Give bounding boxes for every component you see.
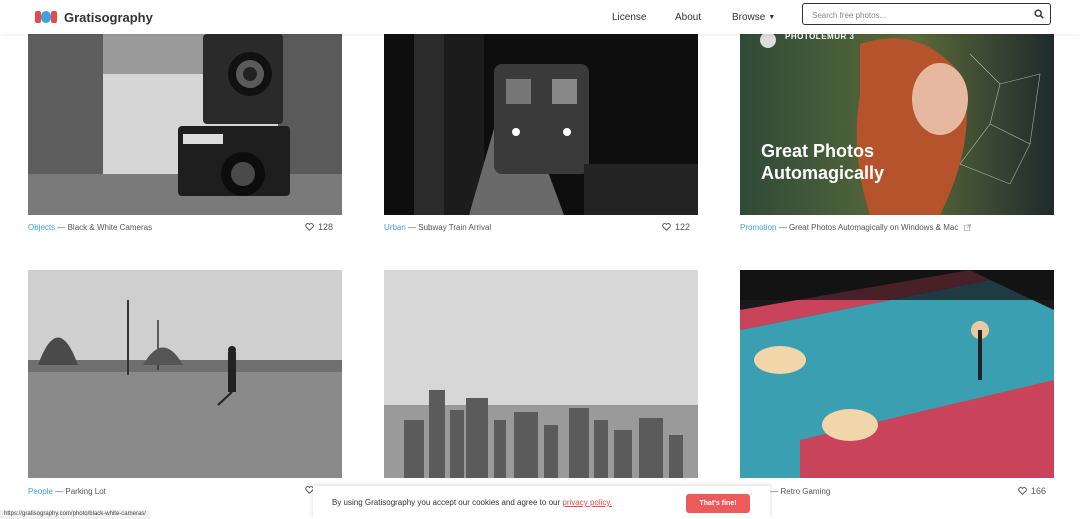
photo-title[interactable]: Subway Train Arrival [418, 223, 491, 232]
like-count: 128 [318, 222, 334, 232]
photo-title[interactable]: Great Photos Automagically on Windows & … [789, 223, 958, 232]
search-input[interactable] [810, 7, 1024, 23]
heart-icon [305, 223, 314, 231]
brand-logo[interactable]: Gratisography [35, 5, 153, 29]
cookie-banner: By using Gratisography you accept our co… [313, 486, 770, 519]
photo-card-cameras[interactable]: Objects — Black & White Cameras 128 [28, 34, 342, 234]
caption-separator: — [770, 487, 779, 496]
photo-parking-lot[interactable] [28, 270, 342, 478]
photo-caption: Objects — Black & White Cameras [28, 223, 152, 232]
photo-caption: Promotion — Great Photos Automagically o… [740, 223, 971, 232]
status-bar-url: https://gratisography.com/photo/black-wh… [0, 510, 150, 519]
photo-card-city-skyline[interactable] [384, 270, 698, 480]
photo-city-skyline[interactable] [384, 270, 698, 478]
photo-caption: s — Retro Gaming [764, 487, 830, 496]
accept-cookies-button[interactable]: That's fine! [686, 494, 750, 513]
photo-card-subway[interactable]: Urban — Subway Train Arrival 122 [384, 34, 698, 234]
photo-title[interactable]: Retro Gaming [780, 487, 830, 496]
cookie-message: By using Gratisography you accept our co… [332, 498, 612, 507]
logo-icon [35, 11, 57, 23]
caption-separator: — [778, 223, 787, 232]
promo-headline: Great Photos Automagically [761, 140, 884, 184]
external-link-icon [963, 224, 971, 231]
like-count: 122 [675, 222, 691, 232]
promo-headline-line-1: Great Photos [761, 141, 875, 161]
caret-down-icon: ▼ [768, 13, 776, 21]
site-header: Gratisography License About Browse ▼ [0, 0, 1080, 34]
category-link[interactable]: Urban [384, 223, 406, 232]
photo-card-parking-lot[interactable]: People — Parking Lot [28, 270, 342, 500]
photo-title[interactable]: Parking Lot [65, 487, 105, 496]
photo-title[interactable]: Black & White Cameras [68, 223, 152, 232]
photo-card-retro-gaming[interactable]: s — Retro Gaming 166 [740, 270, 1054, 500]
like-button[interactable]: 122 [662, 222, 690, 232]
like-button[interactable]: 128 [305, 222, 333, 232]
search-icon[interactable] [1034, 9, 1044, 19]
like-button[interactable]: 166 [1018, 486, 1046, 496]
search-box[interactable] [802, 3, 1051, 25]
photo-retro-gaming[interactable] [740, 270, 1054, 478]
nav-browse-label: Browse [732, 11, 766, 23]
caption-separator: — [55, 487, 64, 496]
heart-icon [662, 223, 671, 231]
brand-name: Gratisography [64, 9, 153, 25]
caption-separator: — [408, 223, 417, 232]
cookie-text: By using Gratisography you accept our co… [332, 498, 561, 507]
nav-about[interactable]: About [675, 0, 701, 34]
promo-headline-line-2: Automagically [761, 163, 885, 183]
nav-browse[interactable]: Browse ▼ [732, 0, 775, 34]
photo-subway-train[interactable] [384, 34, 698, 215]
photo-black-white-cameras[interactable] [28, 34, 342, 215]
photo-caption: Urban — Subway Train Arrival [384, 223, 491, 232]
category-link[interactable]: Promotion [740, 223, 776, 232]
category-link[interactable]: People [28, 487, 53, 496]
photo-caption: People — Parking Lot [28, 487, 106, 496]
heart-icon [1018, 487, 1027, 495]
nav-license[interactable]: License [612, 0, 646, 34]
photo-card-promotion[interactable]: PHOTOLEMUR 3 Great Photos Automagically … [740, 32, 1054, 234]
caption-separator: — [57, 223, 66, 232]
privacy-policy-link[interactable]: privacy policy. [562, 498, 612, 507]
photo-promotion-banner[interactable] [740, 34, 1054, 215]
category-link[interactable]: Objects [28, 223, 55, 232]
like-count: 166 [1031, 486, 1047, 496]
